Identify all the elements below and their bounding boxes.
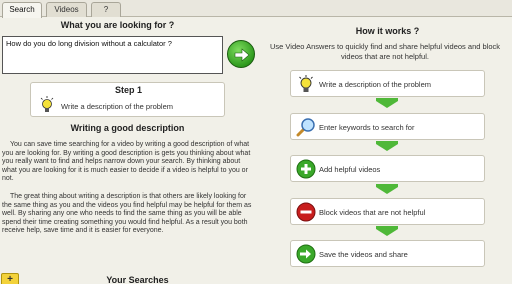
tab-bar: Search Videos ? [0, 0, 512, 18]
step-title: Step 1 [114, 85, 142, 95]
how-step-label: Save the videos and share [319, 250, 408, 259]
magnifier-icon [296, 118, 315, 137]
tab-search[interactable]: Search [2, 2, 42, 18]
step-card: Step 1 Write a description of the proble… [30, 82, 225, 117]
down-arrow-icon [376, 98, 398, 108]
description-paragraph-1: You can save time searching for a video … [2, 141, 251, 183]
search-go-button[interactable] [227, 40, 255, 68]
problem-description-input[interactable]: How do you do long division without a ca… [2, 36, 223, 74]
minus-circle-icon [296, 202, 316, 222]
how-step-label: Enter keywords to search for [319, 123, 415, 132]
your-searches-heading: Your Searches [106, 275, 169, 284]
how-step-block: Block videos that are not helpful [290, 198, 485, 225]
how-step-label: Write a description of the problem [319, 80, 431, 89]
how-it-works-description: Use Video Answers to quickly find and sh… [270, 42, 500, 61]
how-step-write: Write a description of the problem [290, 70, 485, 97]
right-arrow-icon [234, 48, 250, 62]
how-step-search: Enter keywords to search for [290, 113, 485, 140]
tab-videos[interactable]: Videos [46, 2, 87, 17]
how-step-label: Add helpful videos [319, 165, 381, 174]
how-step-add: Add helpful videos [290, 155, 485, 182]
how-step-save: Save the videos and share [290, 240, 485, 267]
step-description: Write a description of the problem [61, 102, 173, 111]
description-paragraph-2: The great thing about writing a descript… [2, 193, 252, 235]
down-arrow-icon [376, 226, 398, 236]
how-step-label: Block videos that are not helpful [319, 208, 426, 217]
tab-help[interactable]: ? [91, 2, 121, 17]
how-it-works-title: How it works ? [355, 26, 420, 36]
down-arrow-icon [376, 184, 398, 194]
lightbulb-icon [299, 75, 313, 92]
down-arrow-icon [376, 141, 398, 151]
search-section-title: What you are looking for ? [60, 20, 175, 30]
lightbulb-icon [40, 96, 54, 112]
section-heading: Writing a good description [70, 123, 185, 133]
right-arrow-circle-icon [296, 244, 316, 264]
plus-circle-icon [296, 159, 316, 179]
